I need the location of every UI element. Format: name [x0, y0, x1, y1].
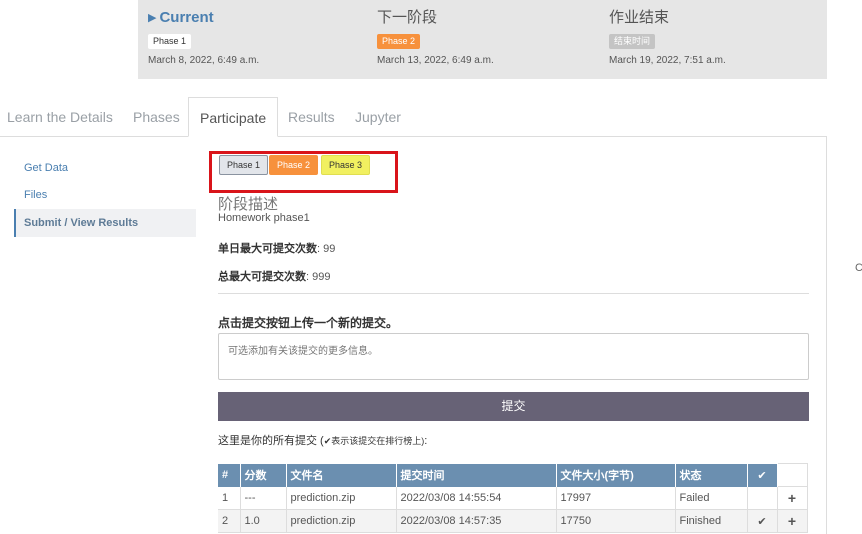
tab-bar: Learn the Details Phases Participate Res…: [0, 97, 827, 137]
row-score: ---: [240, 486, 287, 510]
col-number[interactable]: #: [218, 463, 241, 487]
phase-current: ▶ Current Phase 1 March 8, 2022, 6:49 a.m…: [148, 8, 259, 66]
col-actions: [776, 463, 808, 487]
highlight-box: [209, 151, 398, 193]
phase-end-badge: 结束时间: [609, 34, 656, 49]
col-leaderboard-check[interactable]: ✔: [747, 463, 778, 487]
total-limit-label: 总最大可提交次数: [218, 271, 306, 283]
row-score: 1.0: [240, 509, 287, 533]
phase-end-date: March 19, 2022, 7:51 a.m.: [609, 55, 726, 66]
col-status[interactable]: 状态: [675, 463, 748, 487]
tab-learn-the-details[interactable]: Learn the Details: [7, 97, 113, 137]
phase-timeline: ▶ Current Phase 1 March 8, 2022, 6:49 a.m…: [138, 0, 827, 79]
col-filename[interactable]: 文件名: [286, 463, 397, 487]
submissions-label-text: 这里是你的所有提交 (: [218, 435, 324, 447]
phase-next-title: 下一阶段: [377, 9, 438, 26]
tab-phases[interactable]: Phases: [133, 97, 180, 137]
tab-participate[interactable]: Participate: [188, 97, 279, 137]
phase-end: 作业结束 结束时间 March 19, 2022, 7:51 a.m.: [609, 8, 726, 66]
row-time: 2022/03/08 14:57:35: [396, 509, 557, 533]
submission-notes-field[interactable]: [218, 333, 809, 380]
col-submit-time[interactable]: 提交时间: [396, 463, 557, 487]
row-size: 17997: [556, 486, 676, 510]
phase-end-title: 作业结束: [609, 9, 670, 26]
row-status: Failed: [675, 486, 748, 510]
phase-next: 下一阶段 Phase 2 March 13, 2022, 6:49 a.m.: [377, 8, 494, 66]
play-icon: ▶: [148, 12, 157, 24]
row-size: 17750: [556, 509, 676, 533]
col-score[interactable]: 分数: [240, 463, 287, 487]
row-expand-plus-icon[interactable]: +: [777, 486, 808, 510]
row-time: 2022/03/08 14:55:54: [396, 486, 557, 510]
phase-description-title: 阶段描述: [218, 196, 279, 213]
submissions-label: 这里是你的所有提交 (✔表示该提交在排行榜上):: [218, 432, 427, 448]
table-row: 2 1.0 prediction.zip 2022/03/08 14:57:35…: [218, 509, 808, 533]
tab-results[interactable]: Results: [288, 97, 335, 137]
total-limit: 总最大可提交次数: 999: [218, 268, 330, 284]
phase-next-badge: Phase 2: [377, 34, 421, 49]
competition-page: ▶ Current Phase 1 March 8, 2022, 6:49 a.m…: [0, 0, 862, 534]
row-filename: prediction.zip: [286, 509, 397, 533]
tab-jupyter[interactable]: Jupyter: [355, 97, 401, 137]
sidebar-item-get-data[interactable]: Get Data: [14, 154, 196, 182]
sidebar-item-files[interactable]: Files: [14, 181, 196, 209]
table-header-row: # 分数 文件名 提交时间 文件大小(字节) 状态 ✔: [218, 463, 808, 487]
edge-glyph: C: [855, 262, 862, 274]
panel-border: [826, 136, 827, 534]
row-filename: prediction.zip: [286, 486, 397, 510]
phase-current-title: Current: [159, 9, 214, 26]
upload-instructions: 点击提交按钮上传一个新的提交。: [218, 316, 399, 330]
row-number: 1: [218, 486, 241, 510]
row-expand-plus-icon[interactable]: +: [777, 509, 808, 533]
row-leaderboard-check-icon[interactable]: ✔: [747, 509, 778, 533]
row-status: Finished: [675, 509, 748, 533]
submissions-colon: :: [424, 435, 428, 447]
divider: [218, 293, 809, 294]
row-leaderboard-check-icon[interactable]: [747, 486, 778, 510]
phase-current-date: March 8, 2022, 6:49 a.m.: [148, 55, 260, 66]
submit-button[interactable]: 提交: [218, 392, 809, 421]
daily-limit-label: 单日最大可提交次数: [218, 243, 317, 255]
col-file-size[interactable]: 文件大小(字节): [556, 463, 676, 487]
phase-next-date: March 13, 2022, 6:49 a.m.: [377, 55, 494, 66]
total-limit-value: : 999: [306, 271, 331, 283]
daily-limit-value: : 99: [317, 243, 336, 255]
row-number: 2: [218, 509, 241, 533]
submissions-table: # 分数 文件名 提交时间 文件大小(字节) 状态 ✔ 1 --- predic…: [218, 463, 808, 533]
phase-description-text: Homework phase1: [218, 212, 310, 224]
sidebar-item-submit-view-results[interactable]: Submit / View Results: [14, 209, 196, 237]
phase-current-badge: Phase 1: [148, 34, 192, 49]
table-row: 1 --- prediction.zip 2022/03/08 14:55:54…: [218, 486, 808, 510]
daily-limit: 单日最大可提交次数: 99: [218, 240, 335, 256]
submissions-note: ✔表示该提交在排行榜上): [323, 436, 425, 446]
